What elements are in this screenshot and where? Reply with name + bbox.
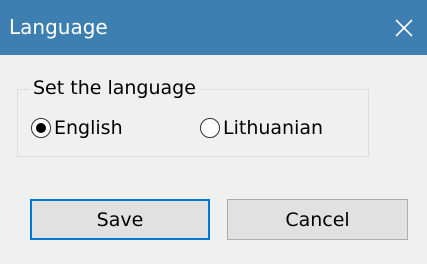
close-button[interactable]	[381, 0, 427, 55]
window-title: Language	[9, 15, 108, 39]
title-bar: Language	[0, 0, 427, 55]
groupbox-legend: Set the language	[30, 75, 199, 101]
save-button[interactable]: Save	[30, 199, 210, 240]
radio-dot	[36, 123, 46, 133]
radio-lithuanian[interactable]: Lithuanian	[200, 115, 323, 141]
radio-label-english: English	[54, 117, 123, 139]
close-icon	[395, 18, 413, 37]
radio-english[interactable]: English	[31, 115, 123, 141]
radio-button-unselected[interactable]	[200, 118, 220, 138]
radio-label-lithuanian: Lithuanian	[223, 117, 324, 139]
cancel-button[interactable]: Cancel	[227, 199, 408, 240]
language-dialog: Language Set the language English Lithua…	[0, 0, 427, 264]
radio-button-selected[interactable]	[31, 118, 51, 138]
